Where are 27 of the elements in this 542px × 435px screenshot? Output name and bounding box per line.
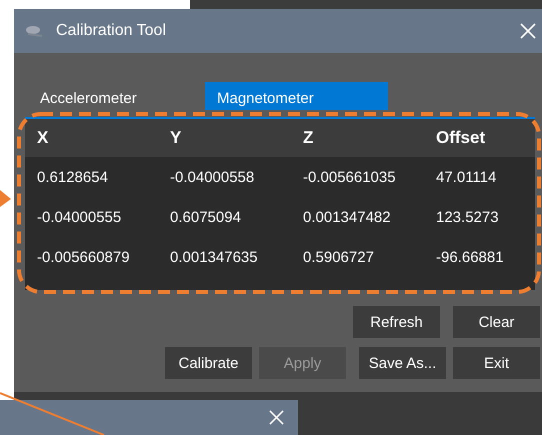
close-icon[interactable] (269, 410, 284, 425)
table-cell-text: 0.001347635 (169, 248, 259, 266)
column-header: Z (302, 128, 314, 148)
tab[interactable]: Magnetometer (205, 82, 388, 110)
close-icon[interactable] (520, 23, 536, 39)
table-cell-text: 0.6128654 (36, 168, 109, 186)
table-cell-text: -0.005660879 (36, 248, 131, 266)
arrow-head (0, 190, 11, 207)
table-cell-text: 47.01114 (435, 168, 498, 186)
column-header: X (36, 128, 50, 148)
action-button[interactable]: Clear (453, 306, 540, 338)
table-cell-text: 0.001347482 (302, 208, 392, 226)
table-cell-text: -0.005661035 (302, 168, 397, 186)
action-button[interactable]: Exit (453, 347, 540, 379)
table-cell-text: 0.6075094 (169, 208, 242, 226)
table-cell-text: -0.04000555 (36, 208, 122, 226)
table-cell-text: 0.5906727 (302, 248, 375, 266)
action-button[interactable]: Calibrate (165, 347, 252, 379)
action-button[interactable]: Save As... (359, 347, 446, 379)
column-header: Y (169, 128, 182, 148)
column-header: Offset (435, 128, 486, 148)
window-title: Calibration Tool (56, 22, 167, 40)
tab[interactable]: Accelerometer (28, 82, 205, 110)
action-button[interactable]: Refresh (353, 306, 440, 338)
table-cell-text: -0.04000558 (169, 168, 256, 186)
table-cell-text: 123.5273 (435, 208, 500, 226)
table-cell-text: -96.66881 (435, 248, 505, 266)
